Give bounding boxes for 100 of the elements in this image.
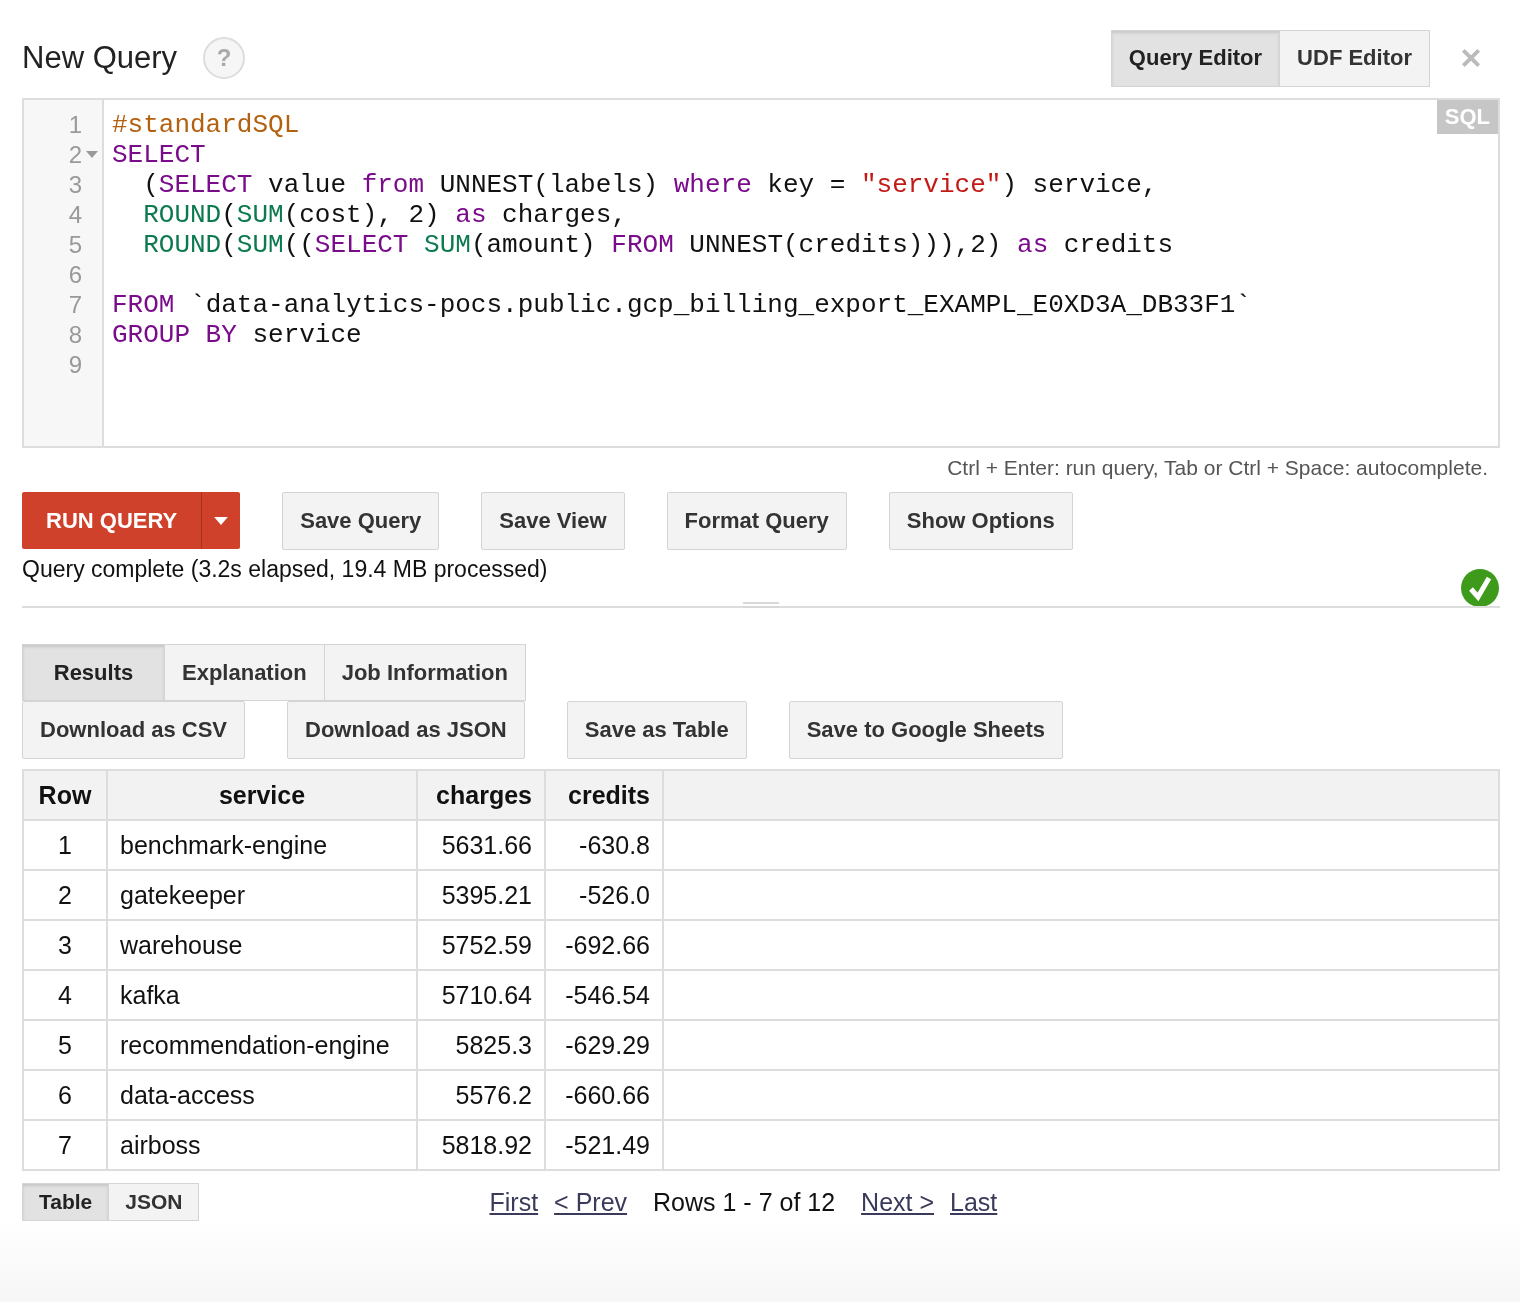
column-header: service xyxy=(107,770,417,820)
keyword: as xyxy=(455,200,487,230)
table-cell: 6 xyxy=(23,1070,107,1120)
keyword: SELECT xyxy=(158,170,253,200)
first-page-link[interactable]: First xyxy=(489,1187,539,1217)
table-cell: -521.49 xyxy=(545,1120,663,1170)
column-header: Row xyxy=(23,770,107,820)
table-cell: 5 xyxy=(23,1020,107,1070)
line-number: 6 xyxy=(68,261,82,289)
last-page-link[interactable]: Last xyxy=(950,1187,998,1217)
code-text: credits xyxy=(1062,230,1174,260)
line-number: 8 xyxy=(68,321,82,349)
view-tab[interactable]: JSON xyxy=(108,1183,200,1221)
keyword: BY xyxy=(204,320,237,350)
table-cell: 5752.59 xyxy=(417,920,545,970)
function-name: ROUND xyxy=(142,230,222,260)
table-cell: recommendation-engine xyxy=(107,1020,417,1070)
export-button[interactable]: Download as JSON xyxy=(287,701,525,759)
rows-summary: Rows 1 - 7 of 12 xyxy=(653,1187,836,1217)
results-tab[interactable]: Job Information xyxy=(323,644,526,701)
table-cell: airboss xyxy=(107,1120,417,1170)
shortcut-hint: Ctrl + Enter: run query, Tab or Ctrl + Space: autocomplete. xyxy=(946,455,1489,481)
results-tab[interactable]: Explanation xyxy=(164,644,325,701)
keyword: SELECT xyxy=(112,140,206,170)
table-cell: -629.29 xyxy=(545,1020,663,1070)
fold-arrow-icon[interactable] xyxy=(86,151,98,159)
string-literal: "service" xyxy=(860,170,1002,200)
action-button[interactable]: Save Query xyxy=(282,492,440,550)
code-text: (cost), 2) xyxy=(283,200,441,230)
action-button[interactable]: Show Options xyxy=(888,492,1073,550)
code-text: charges, xyxy=(501,200,627,230)
keyword: as xyxy=(1017,230,1049,260)
code-text: value xyxy=(267,170,348,200)
code-text: service xyxy=(251,320,362,350)
previous-page-link[interactable]: < Prev xyxy=(554,1187,628,1217)
status-message: Query complete (3.2s elapsed, 19.4 MB processed) xyxy=(22,556,548,583)
code-text: UNNEST(labels) xyxy=(438,170,660,200)
close-icon[interactable] xyxy=(1460,47,1482,69)
table-cell: 7 xyxy=(23,1120,107,1170)
action-button[interactable]: Save View xyxy=(481,492,625,550)
language-badge: SQL xyxy=(1436,100,1498,134)
keyword: from xyxy=(361,170,425,200)
table-cell: warehouse xyxy=(107,920,417,970)
table-cell: 2 xyxy=(23,870,107,920)
code-text: (( xyxy=(283,230,315,260)
line-number: 1 xyxy=(68,111,82,139)
table-cell: data-access xyxy=(107,1070,417,1120)
export-button[interactable]: Download as CSV xyxy=(22,701,246,759)
keyword: GROUP xyxy=(112,320,190,350)
code-text: ( xyxy=(221,230,237,260)
table-cell: -692.66 xyxy=(545,920,663,970)
keyword: FROM xyxy=(112,290,175,320)
function-name: ROUND xyxy=(142,200,222,230)
table-cell: -546.54 xyxy=(545,970,663,1020)
editor-tab[interactable]: Query Editor xyxy=(1110,29,1281,87)
code-text: UNNEST(credits))),2) xyxy=(688,230,1003,260)
line-number: 3 xyxy=(68,171,82,199)
results-tab[interactable]: Results xyxy=(22,644,165,701)
code-text: ( xyxy=(142,170,159,200)
export-button[interactable]: Save as Table xyxy=(566,701,747,759)
line-number: 7 xyxy=(68,291,82,319)
table-cell: -630.8 xyxy=(545,820,663,870)
view-tab[interactable]: Table xyxy=(22,1183,110,1221)
table-cell: kafka xyxy=(107,970,417,1020)
code-text: ) service, xyxy=(1001,170,1158,200)
line-number: 5 xyxy=(68,231,82,259)
table-cell: 3 xyxy=(23,920,107,970)
function-name: SUM xyxy=(236,200,284,230)
column-header: charges xyxy=(417,770,545,820)
table-cell: 5395.21 xyxy=(417,870,545,920)
table-cell: gatekeeper xyxy=(107,870,417,920)
table-cell: 1 xyxy=(23,820,107,870)
line-number: 4 xyxy=(68,201,82,229)
table-cell: 4 xyxy=(23,970,107,1020)
table-cell: -660.66 xyxy=(545,1070,663,1120)
code-text: (amount) xyxy=(470,230,597,260)
code-editor[interactable] xyxy=(22,98,1500,448)
keyword: SELECT xyxy=(314,230,409,260)
code-text: key = xyxy=(766,170,847,200)
code-text: `data-analytics-pocs.public.gcp_billing_export_EXAMPL_E0XD3A_DB33F1` xyxy=(189,290,1251,320)
code-text: ( xyxy=(221,200,237,230)
page-title: New Query xyxy=(22,40,178,76)
run-query-button[interactable]: RUN QUERY xyxy=(22,492,241,549)
table-cell: 5825.3 xyxy=(417,1020,545,1070)
next-page-link[interactable]: Next > xyxy=(861,1187,935,1217)
line-number: 9 xyxy=(68,351,82,379)
export-button[interactable]: Save to Google Sheets xyxy=(788,701,1064,759)
table-cell: benchmark-engine xyxy=(107,820,417,870)
table-cell: -526.0 xyxy=(545,870,663,920)
keyword: where xyxy=(673,170,752,200)
table-cell: 5576.2 xyxy=(417,1070,545,1120)
caret-icon[interactable] xyxy=(214,516,229,525)
action-button[interactable]: Format Query xyxy=(666,492,847,550)
line-number: 2 xyxy=(68,141,82,169)
function-name: SUM xyxy=(236,230,284,260)
table-cell: 5710.64 xyxy=(417,970,545,1020)
directive: #standardSQL xyxy=(112,110,300,140)
keyword: FROM xyxy=(611,230,674,260)
table-cell: 5818.92 xyxy=(417,1120,545,1170)
editor-tab[interactable]: UDF Editor xyxy=(1279,29,1430,87)
